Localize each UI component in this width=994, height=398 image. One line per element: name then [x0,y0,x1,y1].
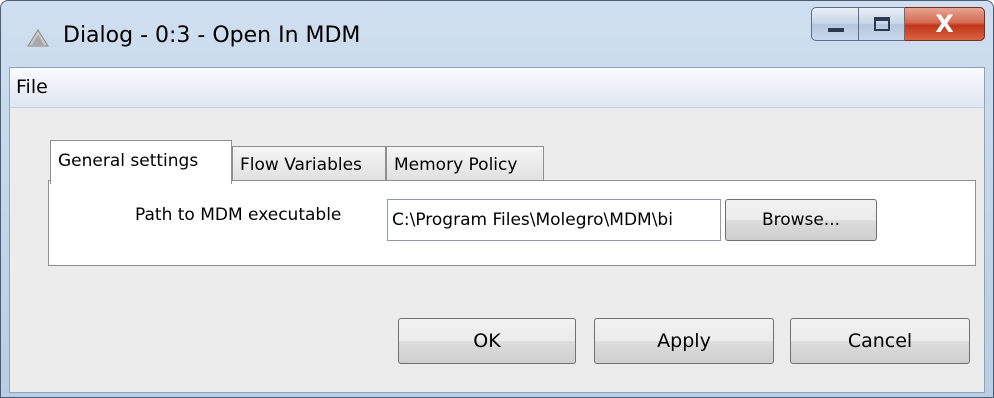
title-bar[interactable]: Dialog - 0:3 - Open In MDM X [1,1,993,67]
tab-general-settings[interactable]: General settings [50,140,232,184]
tab-memory-policy[interactable]: Memory Policy [386,146,544,184]
dialog-window: Dialog - 0:3 - Open In MDM X File Genera… [0,0,994,398]
path-input-value: C:\Program Files\Molegro\MDM\bi [392,210,673,230]
window-title: Dialog - 0:3 - Open In MDM [63,23,361,48]
menu-file[interactable]: File [14,76,50,98]
minimize-icon [828,28,844,32]
close-button[interactable]: X [905,7,985,41]
menu-bar: File [10,68,984,108]
maximize-icon [874,17,890,31]
ok-button[interactable]: OK [398,318,576,364]
general-settings-panel: Path to MDM executable C:\Program Files\… [48,180,976,266]
close-icon: X [935,10,954,38]
app-icon [27,29,49,47]
maximize-button[interactable] [859,7,905,41]
cancel-button[interactable]: Cancel [790,318,970,364]
minimize-button[interactable] [811,7,859,41]
apply-button[interactable]: Apply [594,318,774,364]
window-controls: X [811,7,985,47]
path-input[interactable]: C:\Program Files\Molegro\MDM\bi [387,199,721,241]
path-label: Path to MDM executable [135,205,342,225]
tab-flow-variables[interactable]: Flow Variables [232,146,386,184]
browse-button[interactable]: Browse... [725,199,877,241]
dialog-client-area: File General settings Flow Variables Mem… [9,67,985,393]
